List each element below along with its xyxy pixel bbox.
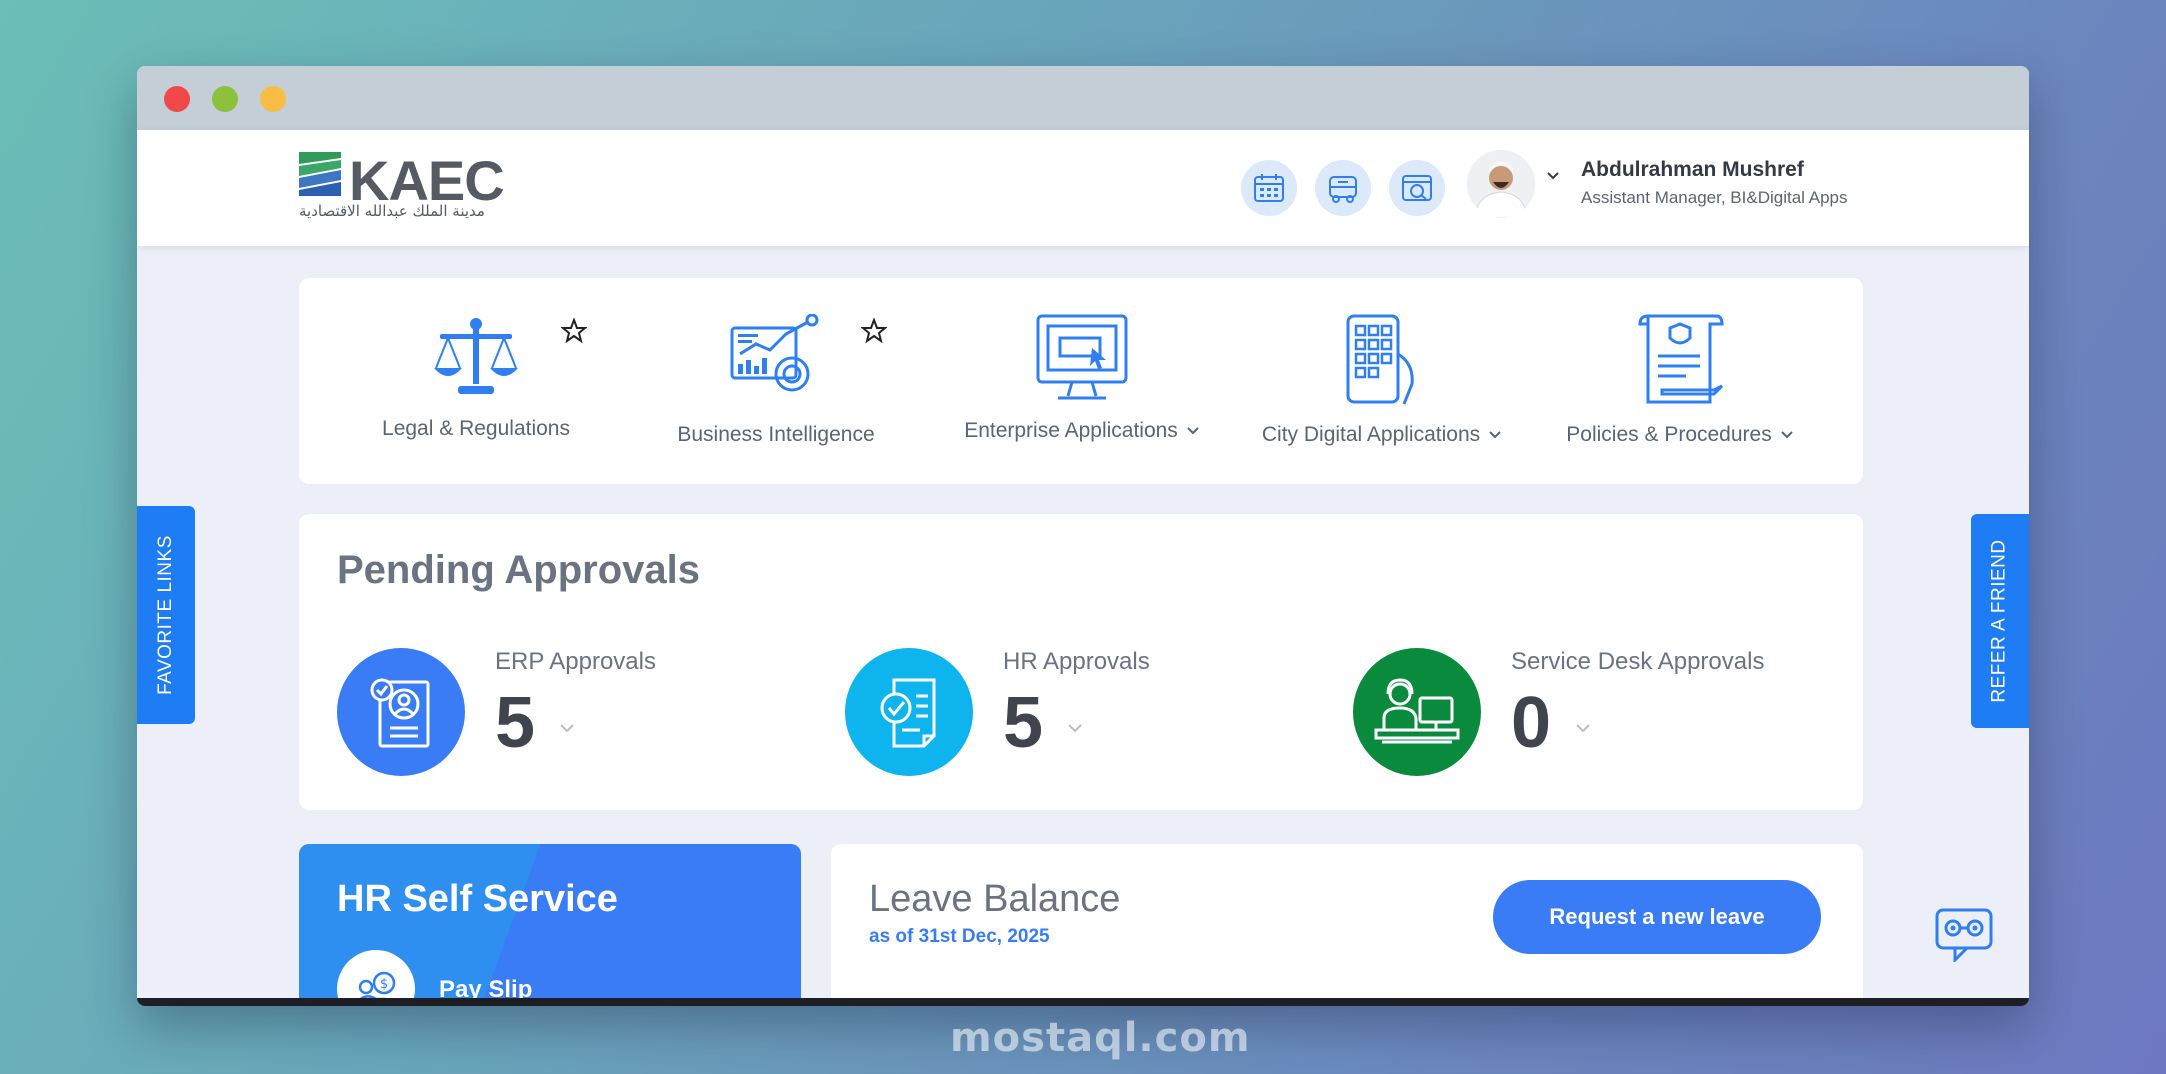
close-window-button[interactable] [164,86,190,112]
app-label: Enterprise Applications [947,419,1217,443]
erp-approvals-label: ERP Approvals [495,648,656,675]
pending-approvals-title: Pending Approvals [337,548,701,592]
checklist-icon [880,678,936,748]
user-avatar[interactable] [1467,150,1535,218]
request-new-leave-button[interactable]: Request a new leave [1493,880,1821,954]
hr-self-service-card: HR Self Service $ Pay Slip [299,844,801,1006]
erp-approvals[interactable]: ERP Approvals 5 [337,648,817,778]
app-label-text: Policies & Procedures [1566,423,1772,446]
app-policies-procedures[interactable]: Policies & Procedures [1545,314,1815,447]
chatbot-icon[interactable] [1935,908,1993,962]
hr-approvals-count: 5 [1003,683,1044,763]
apps-card: Legal & Regulations Business Intelligenc… [299,278,1863,484]
app-enterprise-applications[interactable]: Enterprise Applications [947,314,1217,443]
minimize-window-button[interactable] [260,86,286,112]
service-desk-approvals-count: 0 [1511,683,1552,763]
user-menu-chevron-icon[interactable] [1545,170,1561,182]
erp-approvals-icon [337,648,465,776]
maximize-window-button[interactable] [212,86,238,112]
favorite-star-icon[interactable] [861,318,887,344]
app-label: Business Intelligence [677,423,875,446]
pending-approvals-card: Pending Approvals ERP Approvals 5 HR App… [299,514,1863,810]
logo-mark-icon [299,152,341,196]
chevron-down-icon[interactable] [1575,722,1591,734]
watermark: mostaql.com [950,950,1251,1061]
top-header: KAEC مدينة الملك عبدالله الاقتصادية Abdu… [137,130,2029,246]
user-name: Abdulrahman Mushref [1581,158,1804,181]
support-agent-icon [1374,678,1460,744]
window-titlebar [137,66,2029,130]
svg-text:$: $ [380,977,388,992]
job-search-button[interactable] [1389,160,1445,216]
app-label: Policies & Procedures [1545,423,1815,447]
leave-balance-date: as of 31st Dec, 2025 [869,926,1050,947]
transport-button[interactable] [1315,160,1371,216]
kaec-logo[interactable]: KAEC مدينة الملك عبدالله الاقتصادية [299,149,505,222]
mostaql-logo-icon [960,952,1210,994]
favorite-links-label: FAVORITE LINKS [155,535,176,695]
favorite-star-icon[interactable] [561,318,587,344]
app-city-digital-applications[interactable]: City Digital Applications [1247,314,1517,447]
bus-icon [1329,176,1357,203]
hr-approvals[interactable]: HR Approvals 5 [845,648,1325,778]
hr-approvals-label: HR Approvals [1003,648,1150,675]
calendar-button[interactable] [1241,160,1297,216]
leave-balance-title: Leave Balance [869,878,1121,920]
monitor-icon [1036,314,1128,400]
phone-grid-icon [1346,314,1414,405]
browser-window: KAEC مدينة الملك عبدالله الاقتصادية Abdu… [137,66,2029,1006]
favorite-links-tab[interactable]: FAVORITE LINKS [137,506,195,724]
chevron-down-icon[interactable] [1067,722,1083,734]
document-scroll-icon [1638,314,1724,404]
logo-subtitle: مدينة الملك عبدالله الاقتصادية [299,202,485,220]
approval-document-icon [370,678,430,748]
watermark-text: mostaql.com [950,1015,1251,1061]
calendar-icon [1254,174,1284,202]
hr-approvals-icon [845,648,973,776]
app-label: Legal & Regulations [382,417,570,440]
refer-a-friend-tab[interactable]: REFER A FRIEND [1971,514,2029,728]
job-search-icon [1402,175,1432,201]
chevron-down-icon [1781,431,1793,439]
chevron-down-icon [1489,431,1501,439]
app-label-text: Enterprise Applications [964,419,1178,442]
refer-a-friend-label: REFER A FRIEND [1989,539,2010,703]
hr-self-service-title: HR Self Service [337,878,618,920]
scales-icon [434,318,518,394]
app-label-text: City Digital Applications [1261,423,1481,446]
analytics-icon [730,313,819,392]
chevron-down-icon [1187,427,1199,435]
user-role: Assistant Manager, BI&Digital Apps [1581,188,1848,207]
chevron-down-icon[interactable] [559,722,575,734]
service-desk-approvals-icon [1353,648,1481,776]
service-desk-approvals-label: Service Desk Approvals [1511,648,1765,675]
service-desk-approvals[interactable]: Service Desk Approvals 0 [1353,648,1833,778]
avatar-icon [1467,150,1535,218]
app-label: City Digital Applications [1247,423,1517,447]
erp-approvals-count: 5 [495,683,536,763]
